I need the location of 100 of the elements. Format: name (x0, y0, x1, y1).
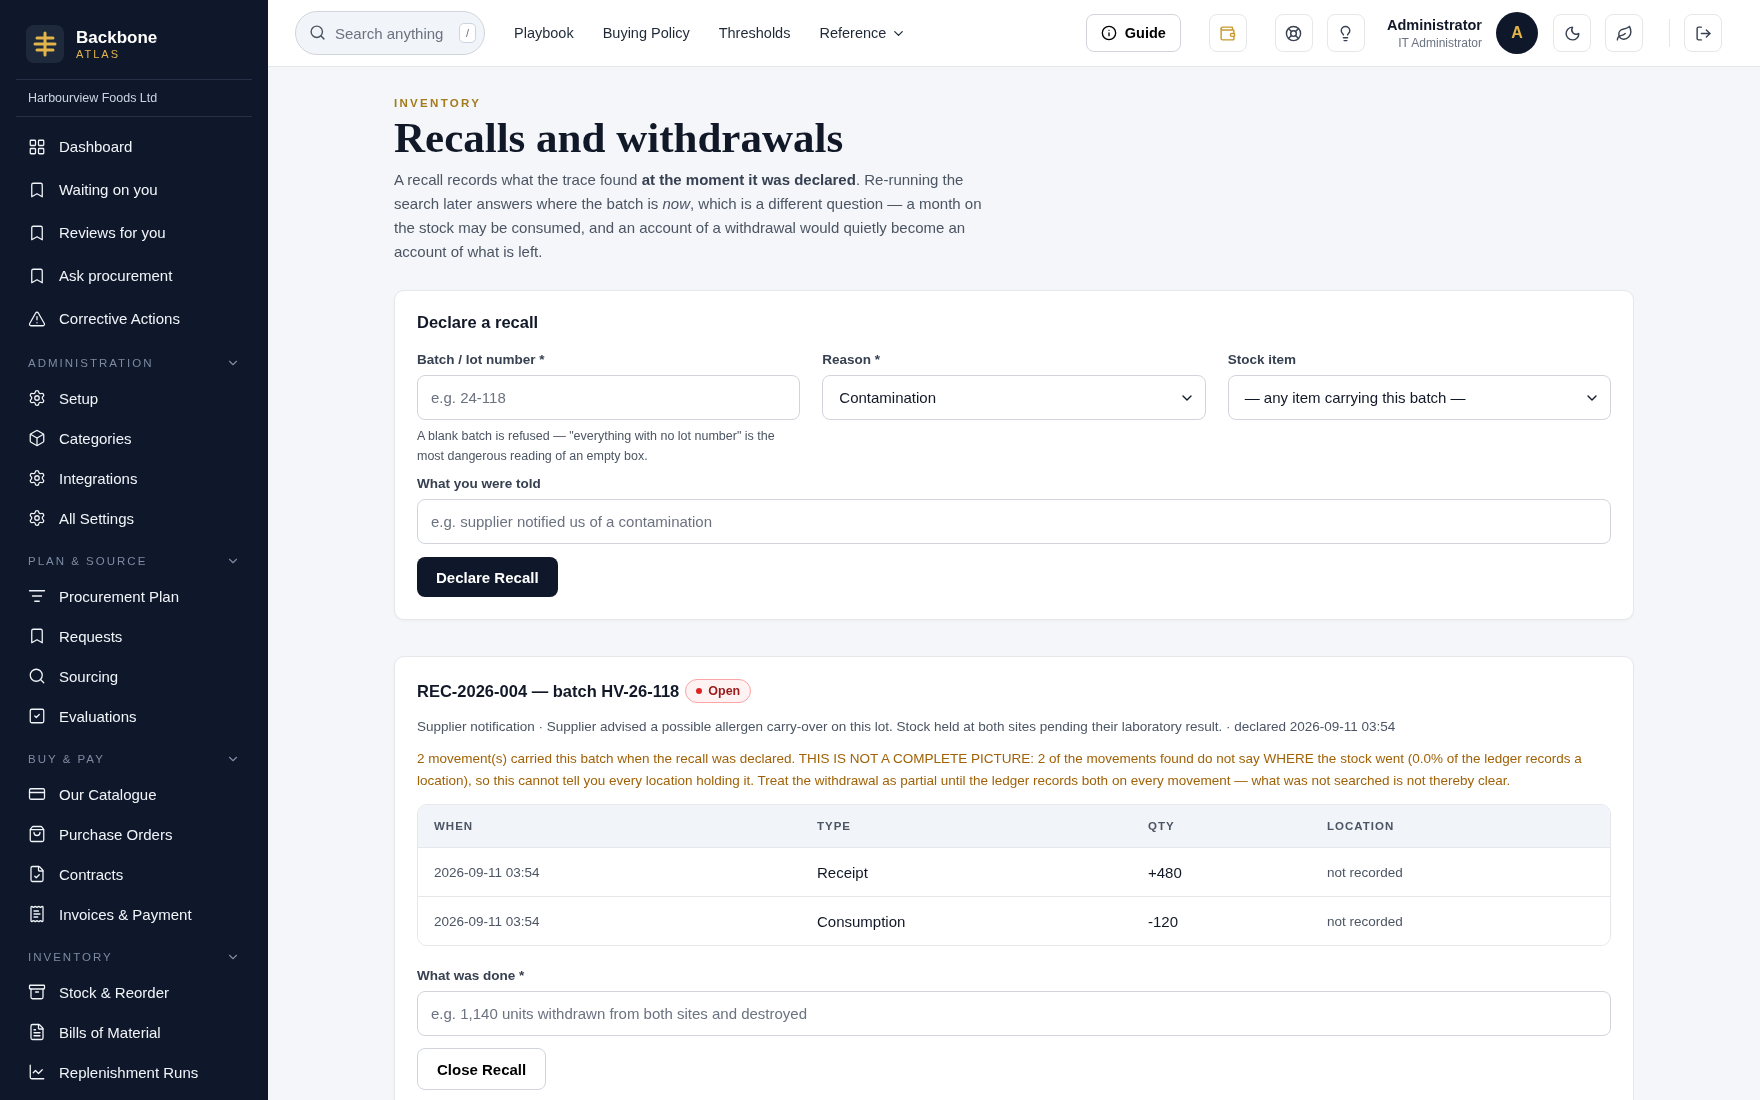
nav-link[interactable]: Buying Policy (602, 25, 690, 41)
declare-button[interactable]: Declare Recall (417, 557, 558, 597)
sidebar-item[interactable]: Stock & Reorder (16, 972, 252, 1012)
sidebar-item[interactable]: Bills of Material (16, 1012, 252, 1052)
sidebar-item[interactable]: Ask procurement (16, 254, 252, 297)
sidebar-item[interactable]: Purchase Orders (16, 814, 252, 854)
time-cell-text: 2026-09-11 03:54 (434, 913, 541, 929)
search-icon (309, 24, 326, 41)
card-title: Declare a recall (417, 313, 540, 332)
sidebar-item[interactable]: Corrective Actions (16, 297, 252, 340)
sidebar-item[interactable]: Reviews for you (16, 211, 252, 254)
quantity-cell-text: +480 (1148, 863, 1183, 881)
location-header: LOCATION (1327, 820, 1396, 832)
field-hint: A blank batch is refused — "everything with no lot number" is the most dangerous reading of an empty box. (417, 428, 776, 465)
list-icon (28, 587, 46, 605)
sidebar-item[interactable]: Replenishment Runs (16, 1052, 252, 1092)
select-field[interactable]: — any item carrying this batch — (1227, 375, 1611, 420)
chart-icon (28, 1063, 46, 1081)
archive-icon (28, 983, 46, 1001)
section-toggle[interactable]: PLAN & SOURCE (16, 538, 252, 576)
settings-icon (28, 509, 46, 527)
settings-icon (28, 389, 46, 407)
quantity-cell-text: -120 (1148, 912, 1180, 930)
field-label: Stock item (1227, 352, 1297, 367)
location-cell-text: not recorded (1327, 864, 1404, 880)
sidebar-item[interactable]: Invoices & Payment (16, 894, 252, 934)
user-avatar[interactable]: A (1496, 12, 1538, 54)
guide-button[interactable]: Guide (1085, 14, 1181, 52)
wallet-icon (1219, 24, 1237, 42)
user-name: Administrator (1386, 16, 1482, 33)
type-header: TYPE (817, 820, 853, 832)
select-field[interactable]: Contamination (822, 375, 1206, 420)
moon-icon (1563, 24, 1581, 42)
card-icon (28, 785, 46, 803)
leaf-button[interactable] (1605, 14, 1643, 52)
page-title: Recalls and withdrawals (394, 113, 845, 162)
input-field[interactable]: e.g. supplier notified us of a contamination (417, 499, 1611, 544)
warning-icon (28, 309, 46, 328)
leaf-icon (1615, 24, 1633, 42)
logo-icon (26, 25, 64, 63)
warning-text: 2 movement(s) carried this batch when the recall was declared. THIS IS NOT A COMPLETE PICTURE: 2 of the movements found do not say WHERE the stock went (0.0% of the ledger records a location), so this cannot tell you every location holding it. Treat the withdrawal as partial until the ledger records both on every movement — what was not searched is not thereby clear. (417, 750, 1583, 790)
sidebar-item[interactable]: Contracts (16, 854, 252, 894)
receipt-icon (28, 905, 46, 923)
close-recall-button[interactable]: Close Recall (417, 1048, 547, 1090)
sidebar-item[interactable]: All Settings (16, 498, 252, 538)
sidebar-item[interactable]: Waiting on you (16, 168, 252, 211)
section-toggle[interactable]: INVENTORY (16, 934, 252, 972)
checkbox-icon (28, 707, 46, 725)
recall-meta: Supplier notification · Supplier advised a possible allergen carry-over on this lot. Stock held at both sites pending their laboratory result. · declared 2026-09-11 03:54 (417, 719, 1397, 734)
status-badge: Open (685, 679, 752, 703)
sidebar-item[interactable]: Procurement Plan (16, 576, 252, 616)
recall-title: REC-2026-004 — batch HV-26-118 (417, 681, 680, 701)
logout-button[interactable] (1684, 14, 1722, 52)
field-label: Reason * (822, 352, 882, 367)
nav-link[interactable]: Reference (819, 25, 907, 41)
sidebar-item[interactable]: Categories (16, 418, 252, 458)
help-button[interactable] (1274, 14, 1313, 52)
bookmark-icon (28, 223, 46, 242)
tips-button[interactable] (1326, 14, 1365, 52)
lifebuoy-icon (1285, 24, 1303, 42)
user-role: IT Administrator (1397, 35, 1482, 50)
sidebar-item[interactable]: Setup (16, 378, 252, 418)
bookmark-icon (28, 627, 46, 645)
input-field[interactable]: e.g. 24-118 (417, 375, 801, 420)
field-label: What you were told (417, 476, 542, 491)
bookmark-icon (28, 180, 46, 199)
search-icon (28, 667, 46, 685)
type-cell-text: Consumption (817, 912, 907, 930)
nav-link[interactable]: Thresholds (718, 25, 791, 41)
nav-link[interactable]: Playbook (514, 25, 574, 41)
theme-button[interactable] (1553, 14, 1591, 52)
page-eyebrow: INVENTORY (394, 97, 483, 109)
location-cell-text: not recorded (1327, 913, 1404, 929)
time-cell-text: 2026-09-11 03:54 (434, 864, 541, 880)
qty-header: QTY (1148, 820, 1176, 832)
input-field[interactable]: e.g. 1,140 units withdrawn from both sites and destroyed (417, 991, 1611, 1036)
organisation-name: Harbourview Foods Ltd (16, 80, 252, 117)
bag-icon (28, 825, 46, 843)
when-header: WHEN (434, 820, 475, 832)
bookmark-icon (28, 266, 46, 285)
section-toggle[interactable]: ADMINISTRATION (16, 340, 252, 378)
brand-name: Backbone (76, 28, 158, 48)
field-label: Batch / lot number * (417, 352, 546, 367)
file-check-icon (28, 865, 46, 883)
sidebar-item[interactable]: Integrations (16, 458, 252, 498)
page-intro: A recall records what the trace found at the moment it was declared. Re-running the search later answers where the batch is now, which is a different question — a month on the stock may be consumed, and an account of a withdrawal would quietly become an account of what is left. (394, 170, 983, 262)
field-label: What was done * (417, 968, 526, 983)
settings-icon (28, 469, 46, 487)
grid-icon (28, 137, 46, 156)
sidebar-item[interactable]: Sourcing (16, 656, 252, 696)
logout-icon (1694, 24, 1712, 42)
section-toggle[interactable]: BUY & PAY (16, 736, 252, 774)
type-cell-text: Receipt (817, 863, 869, 881)
brand-tagline: ATLAS (76, 48, 122, 60)
document-icon (28, 1023, 46, 1041)
sidebar-item[interactable]: Requests (16, 616, 252, 656)
box-icon (28, 429, 46, 447)
sidebar-item[interactable]: Dashboard (16, 125, 252, 168)
sidebar-item[interactable]: Our Catalogue (16, 774, 252, 814)
sidebar-item[interactable]: Evaluations (16, 696, 252, 736)
